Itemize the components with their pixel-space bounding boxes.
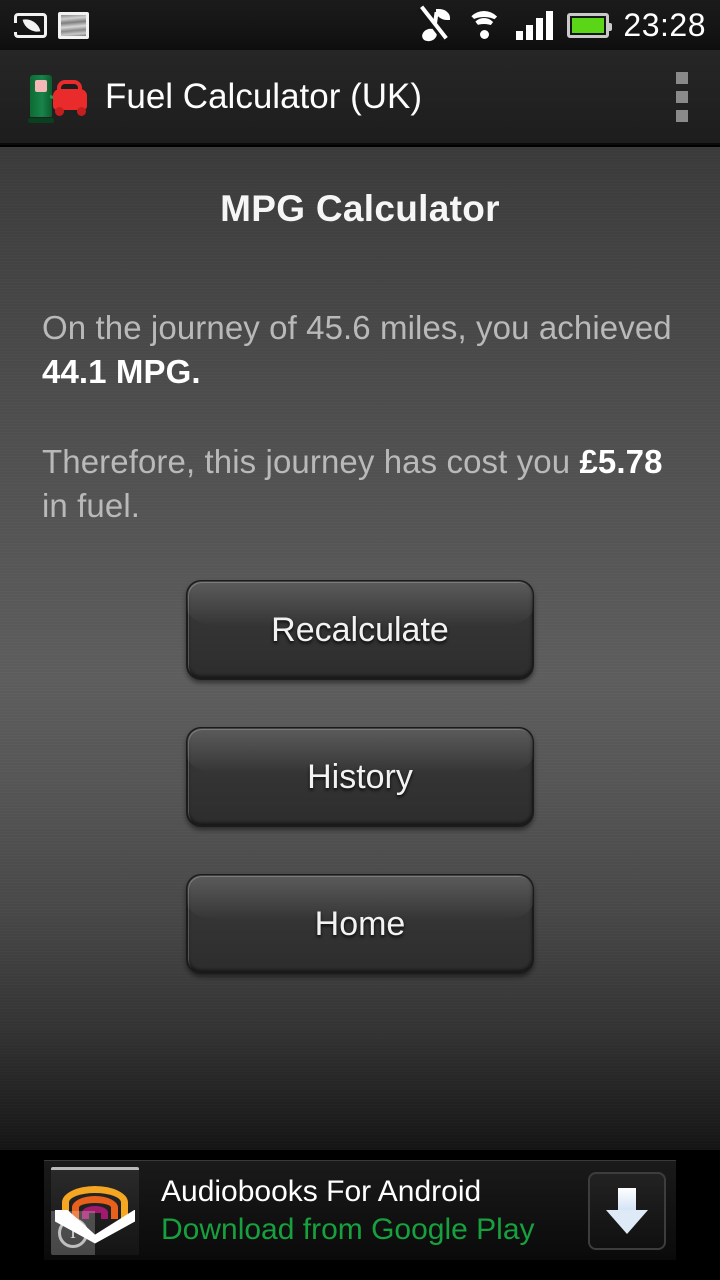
app-title: Fuel Calculator (UK) (105, 77, 423, 116)
audiobooks-app-icon: i (51, 1166, 139, 1255)
status-bar-clock: 23:28 (623, 7, 706, 43)
signal-icon (516, 10, 554, 40)
cost-result-text: Therefore, this journey has cost you £5.… (42, 440, 678, 528)
status-bar-system-icons: 23:28 (420, 5, 706, 44)
mpg-value: 44.1 MPG. (42, 353, 201, 390)
ad-info-badge-label: i (58, 1217, 88, 1248)
home-button[interactable]: Home (186, 874, 534, 974)
ad-banner-inner[interactable]: i Audiobooks For Android Download from G… (44, 1160, 676, 1260)
recalculate-button-label: Recalculate (271, 610, 449, 649)
recalculate-button[interactable]: Recalculate (186, 580, 534, 680)
page-title: MPG Calculator (220, 188, 500, 229)
cost-result-suffix: in fuel. (42, 487, 141, 524)
fuel-pump-car-icon (26, 69, 88, 125)
history-button-label: History (307, 757, 413, 796)
main-content: MPG Calculator On the journey of 45.6 mi… (0, 147, 720, 1150)
phone-screen: 23:28 Fuel Calculator (UK) MPG Calculato… (0, 0, 720, 1280)
ad-download-button[interactable] (588, 1171, 666, 1250)
cost-value: £5.78 (579, 443, 663, 480)
cost-result-prefix: Therefore, this journey has cost you (42, 443, 580, 480)
action-bar: Fuel Calculator (UK) (0, 50, 720, 145)
overflow-dot (676, 109, 688, 122)
ad-title: Audiobooks For Android (161, 1174, 482, 1208)
mpg-result-text: On the journey of 45.6 miles, you achiev… (42, 306, 678, 394)
music-muted-icon (420, 5, 452, 44)
battery-icon (567, 12, 613, 38)
history-button[interactable]: History (186, 727, 534, 827)
home-button-label: Home (314, 904, 406, 943)
ad-info-badge[interactable]: i (51, 1210, 95, 1255)
overflow-dot (676, 90, 688, 103)
ad-subtitle: Download from Google Play (161, 1212, 535, 1246)
overflow-menu-button[interactable] (662, 66, 702, 128)
status-bar-notifications (14, 11, 89, 39)
eco-mode-icon (14, 12, 47, 38)
ad-text: Audiobooks For Android Download from Goo… (161, 1175, 535, 1247)
button-group: Recalculate History Home (0, 580, 720, 974)
ad-banner[interactable]: i Audiobooks For Android Download from G… (0, 1150, 720, 1280)
overflow-dot (676, 71, 688, 84)
screenshot-icon (58, 11, 89, 39)
download-arrow-icon (606, 1187, 648, 1234)
status-bar: 23:28 (0, 0, 720, 50)
wifi-icon (466, 11, 503, 39)
mpg-result-prefix: On the journey of 45.6 miles, you achiev… (42, 309, 672, 346)
